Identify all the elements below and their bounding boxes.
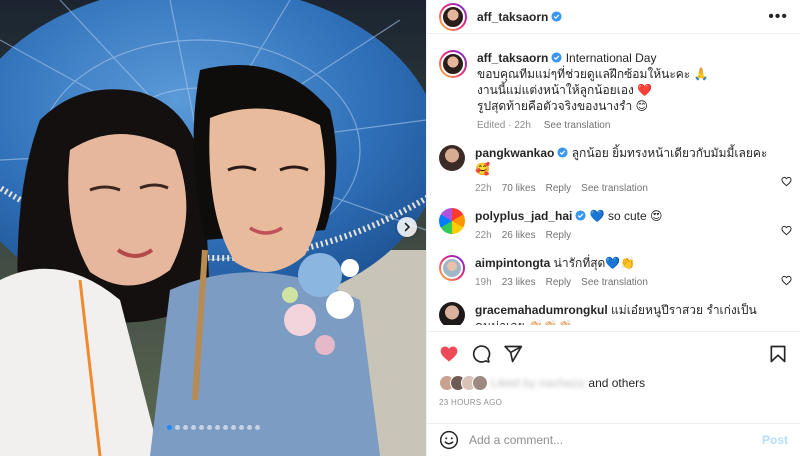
instagram-post: aff_taksaorn ••• aff_taksaorn Internatio… [0,0,800,456]
commenter-username[interactable]: aimpintongta [475,256,550,270]
carousel-indicator [0,425,426,430]
verified-icon [551,11,562,22]
carousel-dot [230,425,236,430]
more-options-icon[interactable]: ••• [768,8,788,24]
heart-filled-icon[interactable] [439,344,459,364]
comments: pangkwankao ลูกน้อย ยิ้มทรงหน้าเดียวกับม… [439,131,792,325]
post-photo [0,0,426,456]
comment-likes[interactable]: 70 likes [502,183,536,194]
comment-item: aimpintongta น่ารักที่สุด💙👏 19h 23 likes Re… [439,241,792,288]
verified-icon [551,52,562,63]
likes-summary[interactable]: Liked by nachaza and others [439,375,645,391]
post-header: aff_taksaorn ••• [427,0,800,34]
commenter-avatar[interactable] [439,208,465,234]
carousel-dot [166,425,172,430]
post-caption: aff_taksaorn International Day ขอบคุณทีม… [439,35,788,131]
caption-line: ขอบคุณทีมแม่ๆที่ช่วยดูแลฝึกซ้อมให้นะคะ 🙏 [477,67,709,81]
add-comment-bar: Post [427,423,800,456]
caption-line: รูปสุดท้ายคือตัวจริงของนางรำ 😊 [477,99,649,113]
commenter-username[interactable]: pangkwankao [475,146,554,160]
commenter-avatar[interactable] [439,255,465,281]
see-translation-link[interactable]: See translation [581,277,648,288]
comment-icon[interactable] [471,344,491,364]
carousel-dot [174,425,180,430]
post-timestamp: 23 HOURS AGO [439,398,503,407]
caption-edited: Edited · 22h [477,120,531,131]
caption-title: International Day [565,51,657,65]
carousel-dot [190,425,196,430]
and-others-text: and others [588,376,646,390]
author-username[interactable]: aff_taksaorn [477,10,548,24]
carousel-dot [206,425,212,430]
carousel-dot [246,425,252,430]
comment-time: 22h [475,230,492,241]
see-translation-link[interactable]: See translation [544,120,611,131]
caption-avatar[interactable] [439,50,467,78]
comment-likes[interactable]: 23 likes [502,277,536,288]
comment-like-icon[interactable] [781,176,792,187]
carousel-dot [222,425,228,430]
comment-like-icon[interactable] [781,225,792,236]
bookmark-icon[interactable] [768,344,788,364]
share-icon[interactable] [503,344,523,364]
caption-username[interactable]: aff_taksaorn [477,51,548,65]
carousel-dot [198,425,204,430]
comment-item: polyplus_jad_hai 💙 so cute 😍 22h 26 likes R… [439,194,792,241]
carousel-next-button[interactable] [397,217,417,237]
reply-button[interactable]: Reply [546,277,572,288]
chevron-right-icon [404,222,410,232]
carousel-dot [214,425,220,430]
post-comment-button[interactable]: Post [762,433,788,447]
post-sidebar: aff_taksaorn ••• aff_taksaorn Internatio… [426,0,800,456]
verified-icon [575,210,586,221]
reply-button[interactable]: Reply [546,230,572,241]
author-avatar[interactable] [439,2,467,31]
commenter-avatar[interactable] [439,302,465,325]
commenter-avatar[interactable] [439,145,465,171]
smiley-icon[interactable] [439,430,459,450]
comment-text: น่ารักที่สุด💙👏 [553,256,636,270]
comment-input[interactable] [469,433,762,447]
carousel-dot [182,425,188,430]
comment-time: 22h [475,183,492,194]
comment-text: 💙 so cute 😍 [589,209,663,223]
comment-like-icon[interactable] [781,275,792,286]
commenter-username[interactable]: gracemahadumrongkul [475,303,608,317]
post-media [0,0,426,456]
comment-item: pangkwankao ลูกน้อย ยิ้มทรงหน้าเดียวกับม… [439,131,792,194]
reply-button[interactable]: Reply [546,183,572,194]
comments-list: aff_taksaorn International Day ขอบคุณทีม… [427,35,800,325]
liked-by-text: Liked by nachaza [491,376,585,390]
comment-likes[interactable]: 26 likes [502,230,536,241]
see-translation-link[interactable]: See translation [581,183,648,194]
commenter-username[interactable]: polyplus_jad_hai [475,209,572,223]
caption-line: งานนี้แม่แต่งหน้าให้ลูกน้อยเอง ❤️ [477,83,653,97]
carousel-dot [238,425,244,430]
action-bar [427,331,800,375]
verified-icon [557,147,568,158]
comment-item: gracemahadumrongkul แม่เอ๋ยหนูปีราสวย รำ… [439,288,788,325]
comment-time: 19h [475,277,492,288]
liker-avatars [439,375,491,391]
carousel-dot [254,425,260,430]
